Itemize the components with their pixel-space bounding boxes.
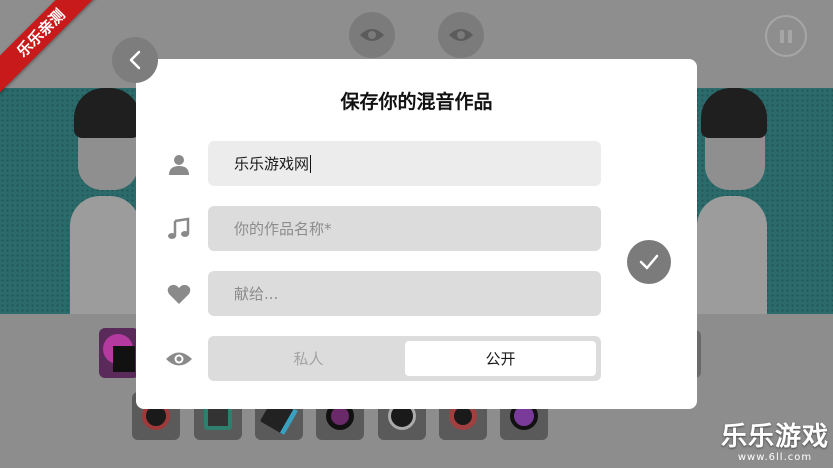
back-button[interactable]: [112, 37, 158, 83]
character-right: [697, 88, 767, 314]
watermark-url: www.6ll.com: [737, 452, 813, 463]
watermark: 乐乐游戏 www.6ll.com: [721, 422, 829, 464]
chevron-left-icon: [129, 50, 141, 70]
visibility-toggle: 私人 公开: [208, 336, 601, 381]
text-caret: [310, 154, 312, 173]
author-input[interactable]: 乐乐游戏网: [208, 141, 601, 186]
track-name-input[interactable]: 你的作品名称*: [208, 206, 601, 251]
heart-icon: [165, 280, 193, 308]
dedication-placeholder: 献给...: [234, 285, 279, 303]
confirm-save-button[interactable]: [627, 240, 671, 284]
dedication-input[interactable]: 献给...: [208, 271, 601, 316]
dialog-title: 保存你的混音作品: [340, 91, 493, 113]
character-left: [70, 88, 140, 314]
visibility-public-option[interactable]: 公开: [405, 341, 596, 376]
author-value: 乐乐游戏网: [234, 155, 310, 173]
watermark-brand: 乐乐游戏: [720, 422, 829, 452]
checkmark-icon: [639, 254, 659, 270]
track-name-placeholder: 你的作品名称*: [234, 220, 332, 238]
music-note-icon: [165, 215, 193, 243]
user-icon: [165, 150, 193, 178]
visibility-private-option[interactable]: 私人: [213, 341, 404, 376]
eye-icon[interactable]: [438, 12, 484, 58]
sound-slot[interactable]: [99, 328, 139, 378]
pause-button[interactable]: [765, 15, 807, 57]
eye-icon[interactable]: [349, 12, 395, 58]
eye-icon: [165, 345, 193, 373]
